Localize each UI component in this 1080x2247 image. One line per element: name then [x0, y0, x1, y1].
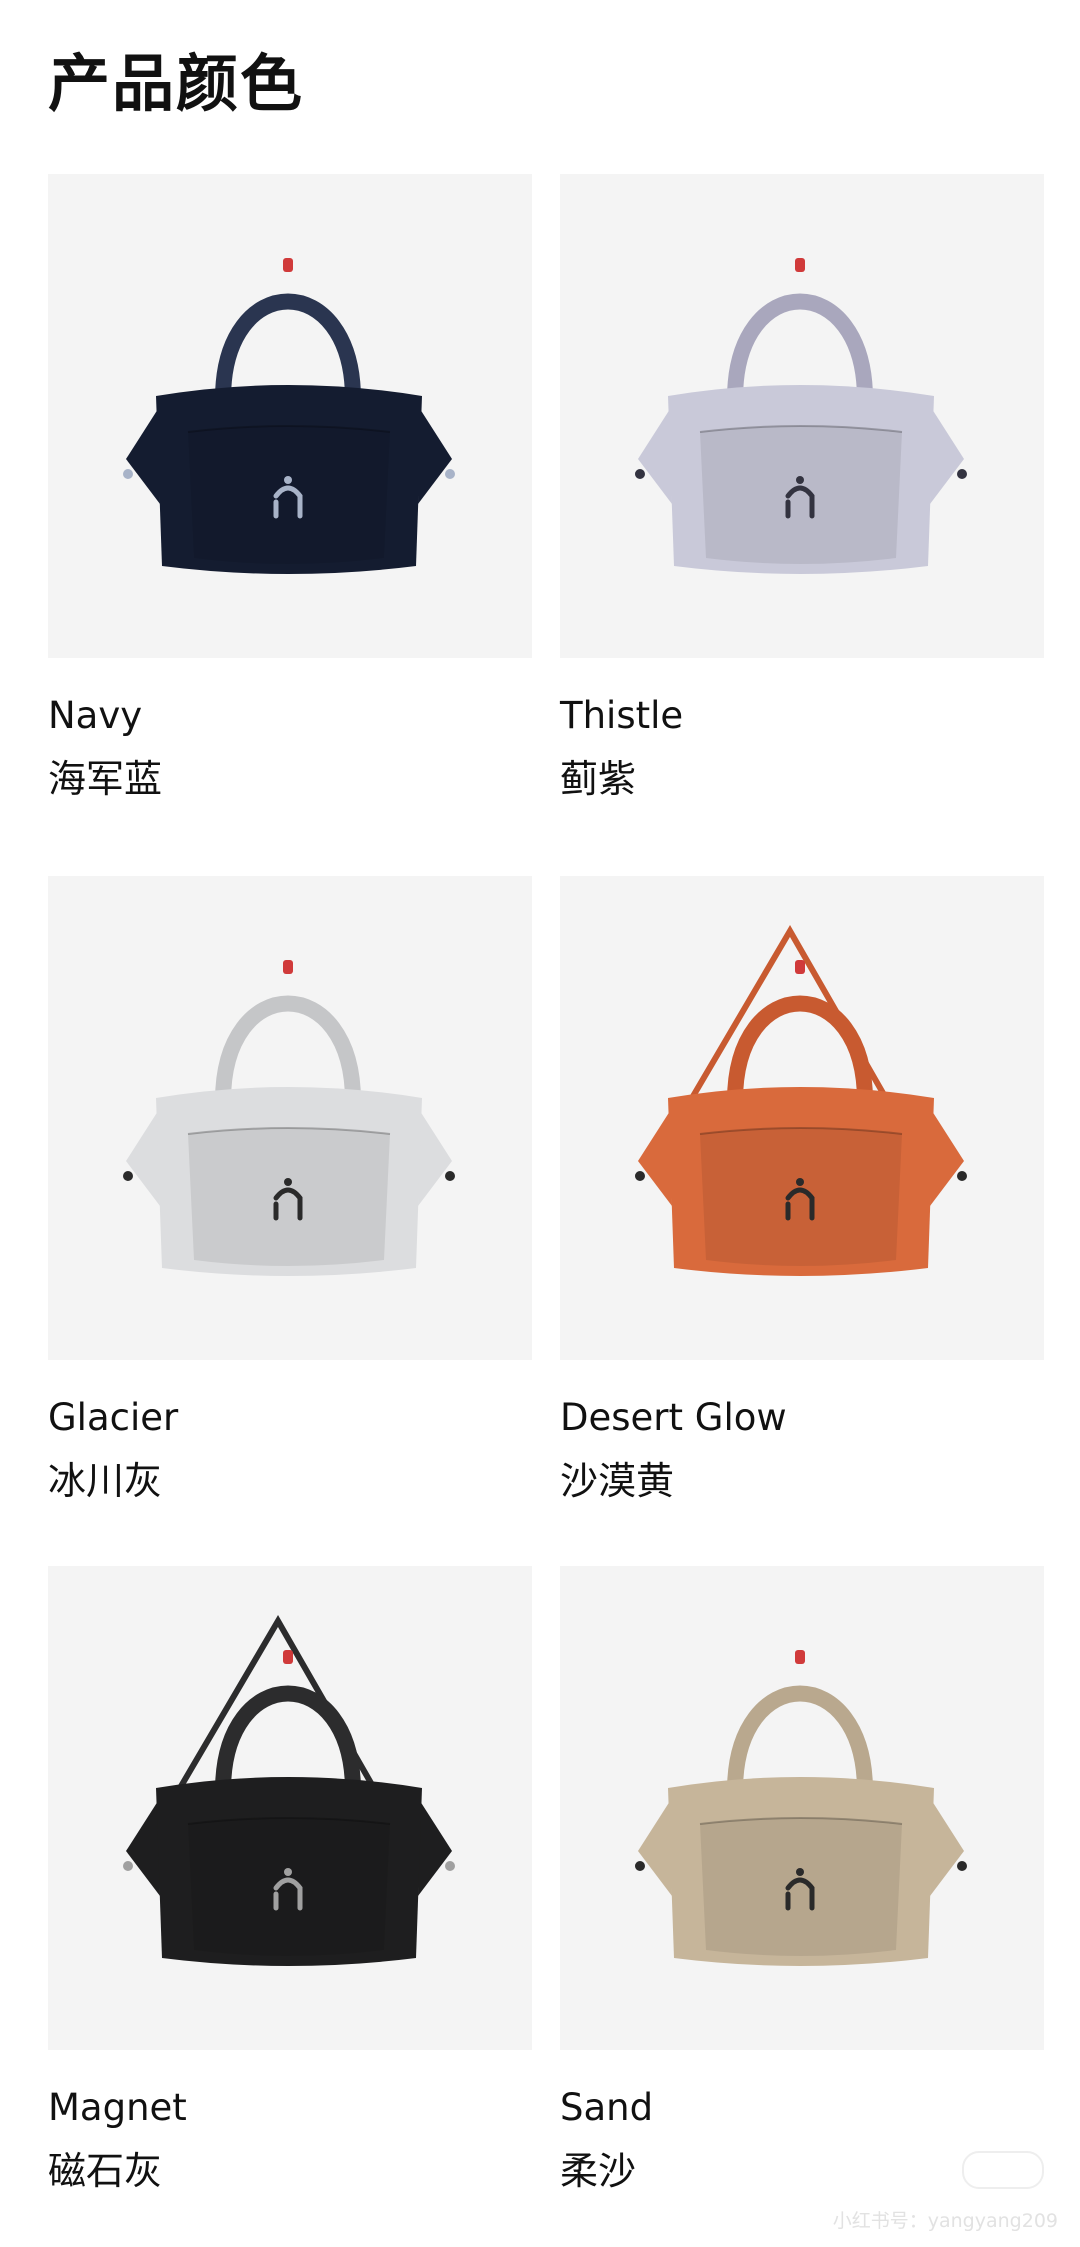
- product-photo: [560, 876, 1044, 1360]
- tote-bag-icon: [635, 258, 967, 574]
- product-photo: [48, 876, 532, 1360]
- color-card-thistle[interactable]: Thistle 蓟紫: [560, 174, 1044, 801]
- color-name-cn: 海军蓝: [48, 757, 163, 801]
- product-photo: [560, 1566, 1044, 2050]
- product-photo: [560, 174, 1044, 658]
- watermark-logo-icon: [962, 2151, 1044, 2189]
- color-card-desert-glow[interactable]: Desert Glow 沙漠黄: [560, 876, 1044, 1503]
- color-name-cn: 冰川灰: [48, 1459, 163, 1503]
- color-name-cn: 蓟紫: [560, 757, 637, 801]
- color-card-glacier[interactable]: Glacier 冰川灰: [48, 876, 532, 1503]
- tote-bag-icon: [635, 925, 967, 1276]
- color-name-cn: 磁石灰: [48, 2149, 163, 2193]
- color-name-en: Glacier: [48, 1396, 179, 1439]
- color-name-en: Navy: [48, 694, 143, 737]
- color-card-navy[interactable]: Navy 海军蓝: [48, 174, 532, 801]
- product-photo: [48, 174, 532, 658]
- color-name-cn: 柔沙: [560, 2149, 637, 2193]
- color-name-en: Thistle: [560, 694, 684, 737]
- color-name-en: Magnet: [48, 2086, 187, 2129]
- color-card-magnet[interactable]: Magnet 磁石灰: [48, 1566, 532, 2193]
- product-photo: [48, 1566, 532, 2050]
- color-name-en: Sand: [560, 2086, 654, 2129]
- tote-bag-icon: [123, 258, 455, 574]
- tote-bag-icon: [123, 1615, 455, 1966]
- tote-bag-icon: [635, 1650, 967, 1966]
- color-name-cn: 沙漠黄: [560, 1459, 675, 1503]
- color-name-en: Desert Glow: [560, 1396, 787, 1439]
- color-card-sand[interactable]: Sand 柔沙: [560, 1566, 1044, 2193]
- page-title: 产品颜色: [48, 47, 305, 120]
- tote-bag-icon: [123, 960, 455, 1276]
- watermark: 小红书号：yangyang209: [832, 2210, 1058, 2232]
